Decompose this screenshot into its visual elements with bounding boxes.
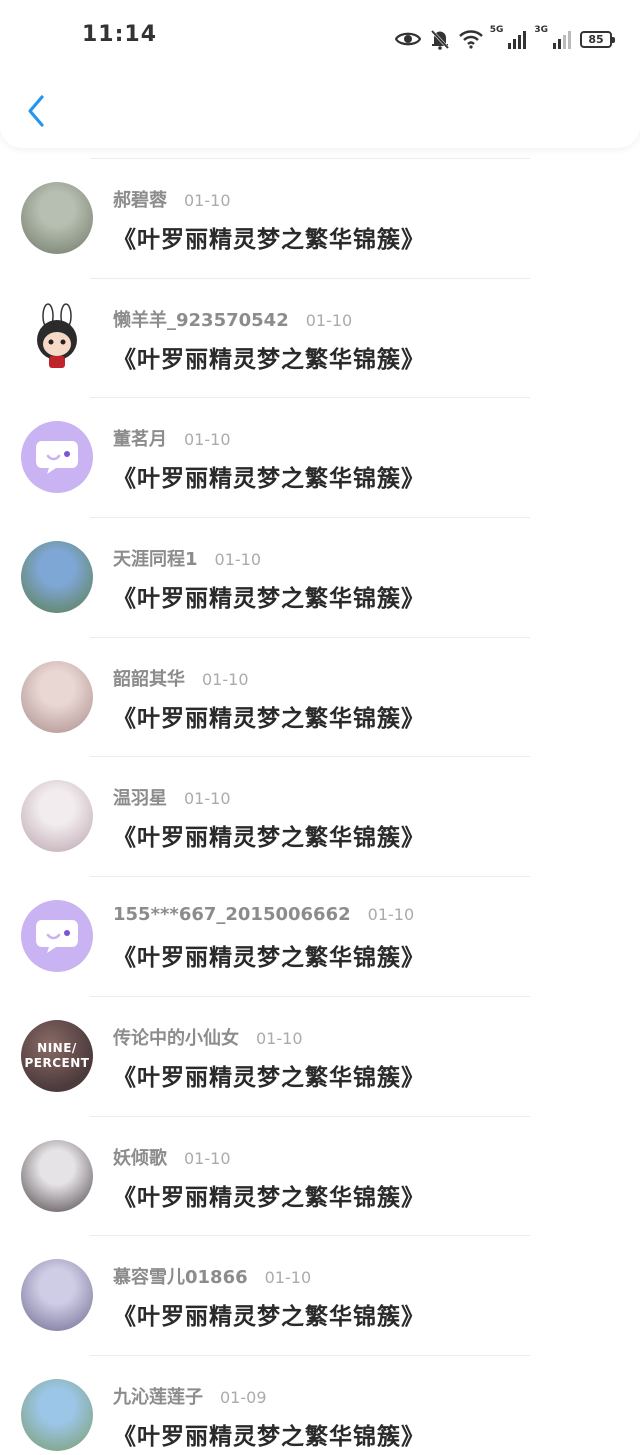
default-avatar [21, 421, 93, 494]
avatar[interactable] [21, 900, 93, 973]
username[interactable]: 温羽星 [113, 784, 167, 810]
username[interactable]: 韶韶其华 [113, 665, 185, 691]
status-icons: 5G 3G 85 [387, 25, 615, 53]
list-item[interactable]: 懒羊羊_923570542 01-10 《叶罗丽精灵梦之繁华锦簇》 [0, 258, 640, 378]
avatar[interactable] [21, 421, 93, 494]
item-meta: 妖倾歌 01-10 [113, 1144, 231, 1170]
avatar-photo [21, 1378, 93, 1451]
default-avatar [21, 900, 93, 973]
eye-icon [394, 32, 421, 46]
battery-level: 85 [588, 32, 604, 46]
item-date: 01-10 [264, 1268, 312, 1288]
item-meta: 温羽星 01-10 [113, 784, 231, 810]
item-title[interactable]: 《叶罗丽精灵梦之繁华锦簇》 [113, 1297, 425, 1331]
chevron-left-icon [28, 95, 44, 127]
username[interactable]: 慕容雪儿01866 [113, 1263, 248, 1289]
avatar[interactable] [21, 1378, 93, 1451]
item-meta: 天涯同程1 01-10 [113, 545, 261, 571]
cartoon-avatar-icon [37, 302, 77, 368]
status-time: 11:14 [82, 22, 158, 47]
username[interactable]: 155***667_2015006662 [113, 904, 351, 925]
avatar-photo [21, 780, 93, 853]
item-meta: 传论中的小仙女 01-10 [113, 1024, 303, 1050]
list-item[interactable]: 天涯同程1 01-10 《叶罗丽精灵梦之繁华锦簇》 [0, 497, 640, 617]
item-title[interactable]: 《叶罗丽精灵梦之繁华锦簇》 [113, 1058, 425, 1092]
signal-icon [553, 31, 571, 49]
username[interactable]: 妖倾歌 [113, 1144, 167, 1170]
list-item[interactable]: 韶韶其华 01-10 《叶罗丽精灵梦之繁华锦簇》 [0, 617, 640, 737]
list-item[interactable]: 温羽星 01-10 《叶罗丽精灵梦之繁华锦簇》 [0, 736, 640, 856]
avatar[interactable] [21, 182, 93, 254]
username[interactable]: 天涯同程1 [113, 545, 198, 571]
list-item[interactable]: 妖倾歌 01-10 《叶罗丽精灵梦之繁华锦簇》 [0, 1096, 640, 1216]
avatar-photo [21, 1259, 93, 1332]
user-list: 郝碧蓉 01-10 《叶罗丽精灵梦之繁华锦簇》 懒羊羊_923570542 01… [0, 138, 640, 1455]
username[interactable]: 九沁莲莲子 [113, 1383, 203, 1409]
item-title[interactable]: 《叶罗丽精灵梦之繁华锦簇》 [113, 579, 425, 613]
battery-icon: 85 [580, 30, 615, 48]
list-item[interactable]: 155***667_2015006662 01-10 《叶罗丽精灵梦之繁华锦簇》 [0, 856, 640, 976]
chat-bubble-icon [36, 920, 78, 954]
status-bar: 11:14 5G 3G 85 [0, 0, 640, 76]
top-header: 11:14 5G 3G 85 [0, 0, 640, 148]
avatar[interactable]: NINE/PERCENT [21, 1019, 93, 1092]
item-date: 01-10 [184, 789, 231, 809]
item-meta: 郝碧蓉 01-10 [113, 186, 231, 212]
avatar-photo [21, 1139, 93, 1212]
item-date: 01-10 [184, 191, 231, 210]
avatar[interactable] [21, 1259, 93, 1332]
avatar-text-line: NINE/ [37, 1040, 77, 1055]
back-button[interactable] [16, 88, 56, 134]
avatar-photo [21, 541, 93, 614]
item-meta: 九沁莲莲子 01-09 [113, 1383, 267, 1409]
username[interactable]: 郝碧蓉 [113, 186, 167, 212]
avatar-photo [21, 182, 93, 254]
avatar[interactable] [21, 1139, 93, 1212]
username[interactable]: 懒羊羊_923570542 [113, 306, 289, 332]
list-item[interactable]: 董茗月 01-10 《叶罗丽精灵梦之繁华锦簇》 [0, 377, 640, 497]
username[interactable]: 传论中的小仙女 [113, 1024, 239, 1050]
item-title[interactable]: 《叶罗丽精灵梦之繁华锦簇》 [113, 340, 425, 374]
item-title[interactable]: 《叶罗丽精灵梦之繁华锦簇》 [113, 699, 425, 733]
item-title[interactable]: 《叶罗丽精灵梦之繁华锦簇》 [113, 1178, 425, 1212]
item-date: 01-09 [220, 1387, 267, 1407]
item-date: 01-10 [367, 905, 415, 925]
wifi-icon [458, 30, 483, 49]
item-meta: 慕容雪儿01866 01-10 [113, 1263, 311, 1289]
item-title[interactable]: 《叶罗丽精灵梦之繁华锦簇》 [113, 220, 425, 254]
avatar[interactable] [21, 541, 93, 614]
item-date: 01-10 [214, 550, 262, 570]
list-item[interactable]: NINE/PERCENT 传论中的小仙女 01-10 《叶罗丽精灵梦之繁华锦簇》 [0, 976, 640, 1096]
item-title[interactable]: 《叶罗丽精灵梦之繁华锦簇》 [113, 1417, 425, 1451]
avatar[interactable] [21, 301, 93, 374]
list-item[interactable]: 九沁莲莲子 01-09 《叶罗丽精灵梦之繁华锦簇》 [0, 1335, 640, 1455]
item-title[interactable]: 《叶罗丽精灵梦之繁华锦簇》 [113, 938, 425, 972]
avatar[interactable] [21, 660, 93, 733]
avatar[interactable] [21, 780, 93, 853]
item-date: 01-10 [184, 430, 231, 450]
text-avatar: NINE/PERCENT [21, 1019, 93, 1092]
list-item[interactable]: 慕容雪儿01866 01-10 《叶罗丽精灵梦之繁华锦簇》 [0, 1215, 640, 1335]
list-item[interactable]: 郝碧蓉 01-10 《叶罗丽精灵梦之繁华锦簇》 [0, 138, 640, 258]
item-title[interactable]: 《叶罗丽精灵梦之繁华锦簇》 [113, 459, 425, 493]
item-title[interactable]: 《叶罗丽精灵梦之繁华锦簇》 [113, 818, 425, 852]
network-5g-label: 5G [489, 25, 504, 35]
item-date: 01-10 [184, 1148, 231, 1168]
signal-icon [508, 31, 527, 49]
item-date: 01-10 [256, 1028, 303, 1048]
item-meta: 懒羊羊_923570542 01-10 [113, 306, 352, 332]
item-date: 01-10 [202, 669, 249, 689]
bell-off-icon [430, 29, 449, 50]
item-meta: 155***667_2015006662 01-10 [113, 904, 414, 930]
avatar-text-line: PERCENT [24, 1055, 90, 1070]
username[interactable]: 董茗月 [113, 425, 167, 451]
item-meta: 韶韶其华 01-10 [113, 665, 249, 691]
avatar-photo [21, 660, 93, 733]
item-meta: 董茗月 01-10 [113, 425, 231, 451]
item-date: 01-10 [305, 310, 353, 330]
chat-bubble-icon [36, 441, 78, 475]
network-3g-label: 3G [534, 25, 548, 35]
